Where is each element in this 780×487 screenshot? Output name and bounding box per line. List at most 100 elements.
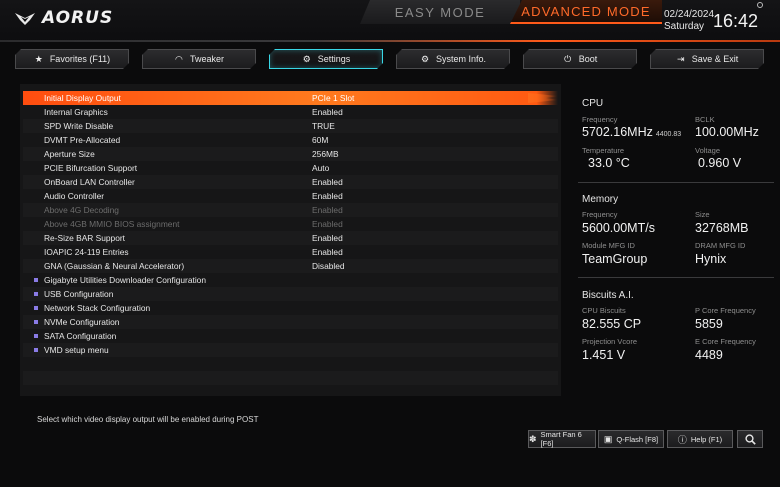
chip-icon: ▣ [603, 433, 613, 444]
easy-mode-button[interactable]: EASY MODE [360, 0, 520, 24]
help-description: Select which video display output will b… [37, 415, 259, 424]
advanced-mode-button[interactable]: ADVANCED MODE [510, 0, 662, 24]
p-core-label: P Core Frequency [695, 306, 756, 315]
setting-value[interactable]: Enabled [312, 233, 343, 243]
submenu-label: USB Configuration [44, 289, 114, 299]
cpu-section-title: CPU [582, 98, 604, 109]
setting-value[interactable]: Enabled [312, 247, 343, 257]
setting-label: Re-Size BAR Support [44, 233, 125, 243]
submenu-label: Gigabyte Utilities Downloader Configurat… [44, 275, 206, 285]
tab-system-info[interactable]: ⚙ System Info. [396, 49, 510, 69]
submenu-label: VMD setup menu [44, 345, 109, 355]
setting-value[interactable]: 60M [312, 135, 328, 145]
submenu-bullet-icon [34, 278, 38, 282]
settings-row-spd-write-disable[interactable]: SPD Write Disable TRUE [23, 119, 558, 133]
system-info-panel: CPU Frequency 5702.16MHz 4400.83 BCLK 100… [572, 84, 780, 374]
tab-tweaker[interactable]: ◠ Tweaker [142, 49, 256, 69]
logo-text: AORUS [42, 8, 114, 28]
settings-row-ioapic[interactable]: IOAPIC 24-119 Entries Enabled [23, 245, 558, 259]
cpu-temperature-value: 33.0 °C [588, 156, 630, 170]
settings-row-onboard-lan[interactable]: OnBoard LAN Controller Enabled [23, 175, 558, 189]
exit-icon: ⇥ [676, 53, 685, 64]
cpu-frequency-value: 5702.16MHz 4400.83 [582, 125, 681, 139]
cpu-voltage-label: Voltage [695, 146, 721, 155]
day-text: Saturday [664, 21, 705, 32]
setting-value[interactable]: PCIe 1 Slot [312, 93, 354, 103]
setting-label: GNA (Gaussian & Neural Accelerator) [44, 261, 185, 271]
smart-fan-button[interactable]: ✽ Smart Fan 6 [F6] [528, 430, 596, 448]
tab-label: System Info. [435, 54, 487, 64]
setting-value[interactable]: Disabled [312, 261, 345, 271]
submenu-label: Network Stack Configuration [44, 303, 151, 313]
dram-mfg-label: DRAM MFG ID [695, 241, 746, 250]
cpu-voltage-value: 0.960 V [698, 156, 742, 170]
settings-row-internal-graphics[interactable]: Internal Graphics Enabled [23, 105, 558, 119]
search-icon [744, 433, 756, 445]
settings-row-pcie-bifurcation[interactable]: PCIE Bifurcation Support Auto [23, 161, 558, 175]
tab-boot[interactable]: ⏻ Boot [523, 49, 637, 69]
setting-value[interactable]: Enabled [312, 177, 343, 187]
cpu-temperature-label: Temperature [582, 146, 625, 155]
empty-row [23, 371, 558, 385]
cpu-biscuits-value: 82.555 CP [582, 317, 642, 331]
clock-time: 16:42 [713, 11, 759, 31]
setting-value[interactable]: Enabled [312, 191, 343, 201]
settings-row-audio-controller[interactable]: Audio Controller Enabled [23, 189, 558, 203]
tab-label: Favorites (F11) [49, 54, 111, 64]
date-text: 02/24/2024 [664, 9, 715, 20]
help-button[interactable]: ⓘ Help (F1) [667, 430, 733, 448]
settings-row-aperture-size[interactable]: Aperture Size 256MB [23, 147, 558, 161]
info-gear-icon: ⚙ [420, 53, 430, 64]
biscuits-section-title: Biscuits A.I. [582, 290, 634, 301]
e-core-label: E Core Frequency [695, 337, 756, 346]
setting-label: IOAPIC 24-119 Entries [44, 247, 129, 257]
submenu-bullet-icon [34, 334, 38, 338]
tab-save-exit[interactable]: ⇥ Save & Exit [650, 49, 764, 69]
setting-value[interactable]: Auto [312, 163, 329, 173]
memory-section-title: Memory [582, 194, 619, 205]
memory-size-label: Size [695, 210, 710, 219]
settings-panel: Initial Display Output PCIe 1 Slot Inter… [20, 84, 561, 396]
main-tabs: ★ Favorites (F11) ◠ Tweaker ⚙ Settings ⚙… [15, 49, 765, 69]
tab-settings[interactable]: ⚙ Settings [269, 49, 383, 69]
setting-value[interactable]: Enabled [312, 107, 343, 117]
clock-settings-icon[interactable] [757, 2, 763, 8]
submenu-label: NVMe Configuration [44, 317, 120, 327]
setting-value[interactable]: TRUE [312, 121, 335, 131]
tab-label: Boot [578, 54, 598, 64]
setting-value[interactable]: 256MB [312, 149, 339, 159]
tab-label: Settings [317, 54, 351, 64]
header-accent-line [0, 40, 780, 42]
info-divider [578, 277, 774, 278]
mode-switch: EASY MODE ADVANCED MODE [360, 0, 662, 26]
settings-row-gna[interactable]: GNA (Gaussian & Neural Accelerator) Disa… [23, 259, 558, 273]
submenu-gigabyte-utilities[interactable]: Gigabyte Utilities Downloader Configurat… [23, 273, 558, 287]
setting-label: SPD Write Disable [44, 121, 114, 131]
aorus-logo: AORUS [14, 8, 113, 28]
settings-row-dvmt-pre-allocated[interactable]: DVMT Pre-Allocated 60M [23, 133, 558, 147]
submenu-usb[interactable]: USB Configuration [23, 287, 558, 301]
tab-label: Tweaker [189, 54, 224, 64]
search-button[interactable] [737, 430, 763, 448]
tab-favorites[interactable]: ★ Favorites (F11) [15, 49, 129, 69]
projection-vcore-value: 1.451 V [582, 348, 626, 362]
submenu-bullet-icon [34, 348, 38, 352]
cpu-frequency-label: Frequency [582, 115, 618, 124]
settings-row-above-4gb-mmio: Above 4GB MMIO BIOS assignment Enabled [23, 217, 558, 231]
submenu-bullet-icon [34, 320, 38, 324]
settings-row-initial-display-output[interactable]: Initial Display Output PCIe 1 Slot [23, 91, 558, 105]
settings-row-above-4g-decoding: Above 4G Decoding Enabled [23, 203, 558, 217]
help-icon: ⓘ [677, 434, 687, 445]
submenu-vmd[interactable]: VMD setup menu [23, 343, 558, 357]
qflash-button[interactable]: ▣ Q-Flash [F8] [598, 430, 664, 448]
module-mfg-label: Module MFG ID [582, 241, 635, 250]
submenu-nvme[interactable]: NVMe Configuration [23, 315, 558, 329]
submenu-network-stack[interactable]: Network Stack Configuration [23, 301, 558, 315]
memory-frequency-value: 5600.00MT/s [582, 221, 655, 235]
submenu-sata[interactable]: SATA Configuration [23, 329, 558, 343]
dram-mfg-value: Hynix [695, 252, 727, 266]
settings-row-resize-bar[interactable]: Re-Size BAR Support Enabled [23, 231, 558, 245]
submenu-bullet-icon [34, 306, 38, 310]
datetime-display: 02/24/2024 Saturday 16:42 [664, 9, 780, 35]
bclk-label: BCLK [695, 115, 715, 124]
